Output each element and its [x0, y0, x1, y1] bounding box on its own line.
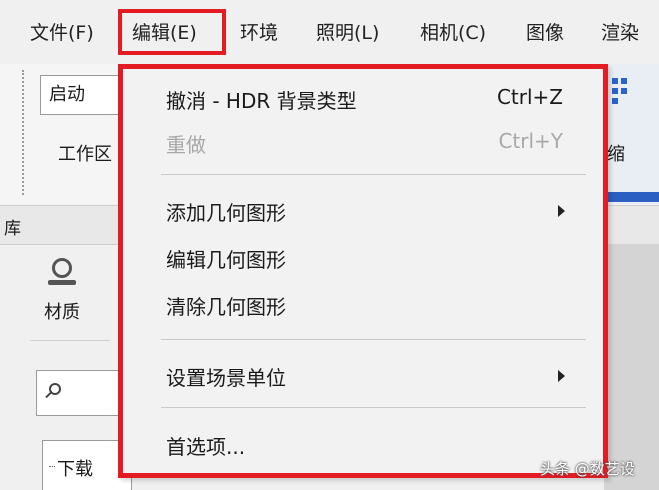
submenu-arrow-icon — [558, 205, 565, 217]
menu-item-label: 重做 — [166, 133, 206, 157]
menu-item-scene-units[interactable]: 设置场景单位 — [123, 354, 603, 398]
menu-item-label: 首选项... — [166, 435, 246, 459]
tab-material[interactable]: 材质 — [28, 258, 98, 328]
startup-select[interactable]: 启动 — [40, 75, 130, 115]
menu-render[interactable]: 渲染 — [601, 18, 639, 45]
menu-item-label: 编辑几何图形 — [166, 248, 286, 272]
edit-dropdown-menu: 撤消 - HDR 背景类型 Ctrl+Z 重做 Ctrl+Y 添加几何图形 编辑… — [118, 64, 608, 478]
right-toolbar-label[interactable]: 缩 — [607, 140, 625, 166]
menu-item-label: 设置场景单位 — [166, 366, 286, 390]
material-icon-base — [48, 280, 76, 285]
menu-image[interactable]: 图像 — [526, 18, 564, 45]
library-title: 库 — [4, 219, 21, 239]
menu-item-shortcut: Ctrl+Y — [498, 129, 563, 153]
menu-item-preferences[interactable]: 首选项... — [123, 423, 603, 467]
workspace-label[interactable]: 工作区 — [58, 140, 112, 166]
search-icon — [49, 383, 61, 395]
toolbar-grip[interactable] — [22, 70, 28, 195]
menu-item-label: 清除几何图形 — [166, 295, 286, 319]
menu-lighting[interactable]: 照明(L) — [316, 18, 379, 45]
menu-item-label: 添加几何图形 — [166, 201, 286, 225]
menu-item-shortcut: Ctrl+Z — [496, 85, 563, 109]
menu-item-clear-geometry[interactable]: 清除几何图形 — [123, 283, 603, 327]
menu-file[interactable]: 文件(F) — [30, 18, 94, 45]
menu-separator — [161, 339, 586, 340]
viewport-area[interactable] — [604, 244, 659, 490]
grid-icon[interactable] — [612, 78, 630, 112]
submenu-arrow-icon — [558, 370, 565, 382]
menu-bar: 文件(F) 编辑(E) 环境 照明(L) 相机(C) 图像 渲染 — [0, 0, 659, 65]
material-icon — [52, 258, 72, 278]
menu-camera[interactable]: 相机(C) — [420, 18, 486, 45]
menu-separator — [161, 407, 586, 408]
menu-separator — [161, 174, 586, 175]
watermark: 头条 @数艺设 — [540, 460, 635, 478]
active-indicator — [604, 192, 659, 202]
tree-item-download[interactable]: 下载 — [49, 455, 93, 481]
menu-item-redo: 重做 Ctrl+Y — [123, 121, 603, 165]
edit-menu-highlight-box — [118, 9, 226, 55]
library-search-input[interactable] — [36, 370, 126, 416]
menu-item-edit-geometry[interactable]: 编辑几何图形 — [123, 236, 603, 280]
menu-item-add-geometry[interactable]: 添加几何图形 — [123, 189, 603, 233]
menu-item-label: 撤消 - HDR 背景类型 — [166, 89, 357, 113]
library-divider — [30, 340, 110, 341]
menu-environment[interactable]: 环境 — [240, 18, 278, 45]
tab-material-label: 材质 — [44, 302, 80, 323]
menu-item-undo[interactable]: 撤消 - HDR 背景类型 Ctrl+Z — [123, 77, 603, 121]
